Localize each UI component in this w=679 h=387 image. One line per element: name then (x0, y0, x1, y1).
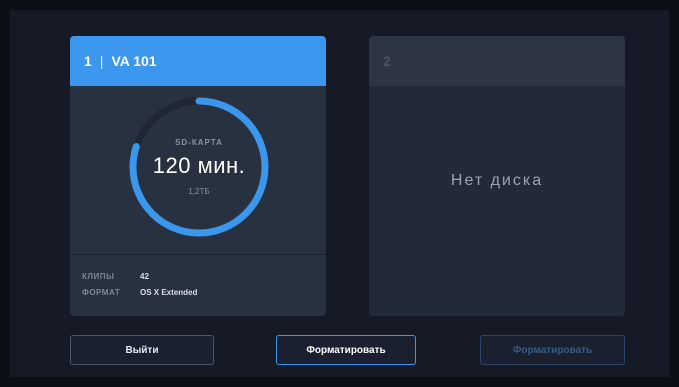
media-capacity: 1,2ТБ (188, 187, 210, 196)
slot-1-number: 1 (84, 53, 92, 69)
card-divider (70, 254, 326, 255)
format-value: OS X Extended (140, 287, 198, 297)
no-disk-label: Нет диска (450, 172, 544, 189)
format-row: ФОРМАТ OS X Extended (82, 284, 197, 300)
slot-1-info: КЛИПЫ 42 ФОРМАТ OS X Extended (82, 268, 197, 300)
slot-1-header: 1 | VA 101 (70, 36, 326, 86)
slot-2-card[interactable]: 2 Нет диска (369, 36, 625, 316)
capacity-ring: SD-КАРТА 120 мин. 1,2ТБ (126, 94, 272, 240)
slot-2-header: 2 (369, 36, 625, 86)
format-slot-1-button[interactable]: Форматировать (276, 335, 416, 365)
slot-1-name: VA 101 (111, 53, 157, 69)
media-type-label: SD-КАРТА (175, 138, 223, 147)
clips-row: КЛИПЫ 42 (82, 268, 197, 284)
remaining-time: 120 мин. (152, 153, 246, 178)
capacity-ring-text: SD-КАРТА 120 мин. 1,2ТБ (126, 94, 272, 240)
clips-value: 42 (140, 271, 149, 281)
clips-key: КЛИПЫ (82, 271, 115, 281)
format-slot-2-button[interactable]: Форматировать (480, 335, 625, 365)
slot-1-card[interactable]: 1 | VA 101 SD-КАРТА 120 мин. 1,2ТБ КЛИПЫ… (70, 36, 326, 316)
slot-1-separator: | (99, 53, 104, 69)
slot-2-number: 2 (383, 53, 391, 69)
format-key: ФОРМАТ (82, 287, 121, 297)
exit-button[interactable]: Выйти (70, 335, 214, 365)
screen: 1 | VA 101 SD-КАРТА 120 мин. 1,2ТБ КЛИПЫ… (10, 10, 669, 377)
